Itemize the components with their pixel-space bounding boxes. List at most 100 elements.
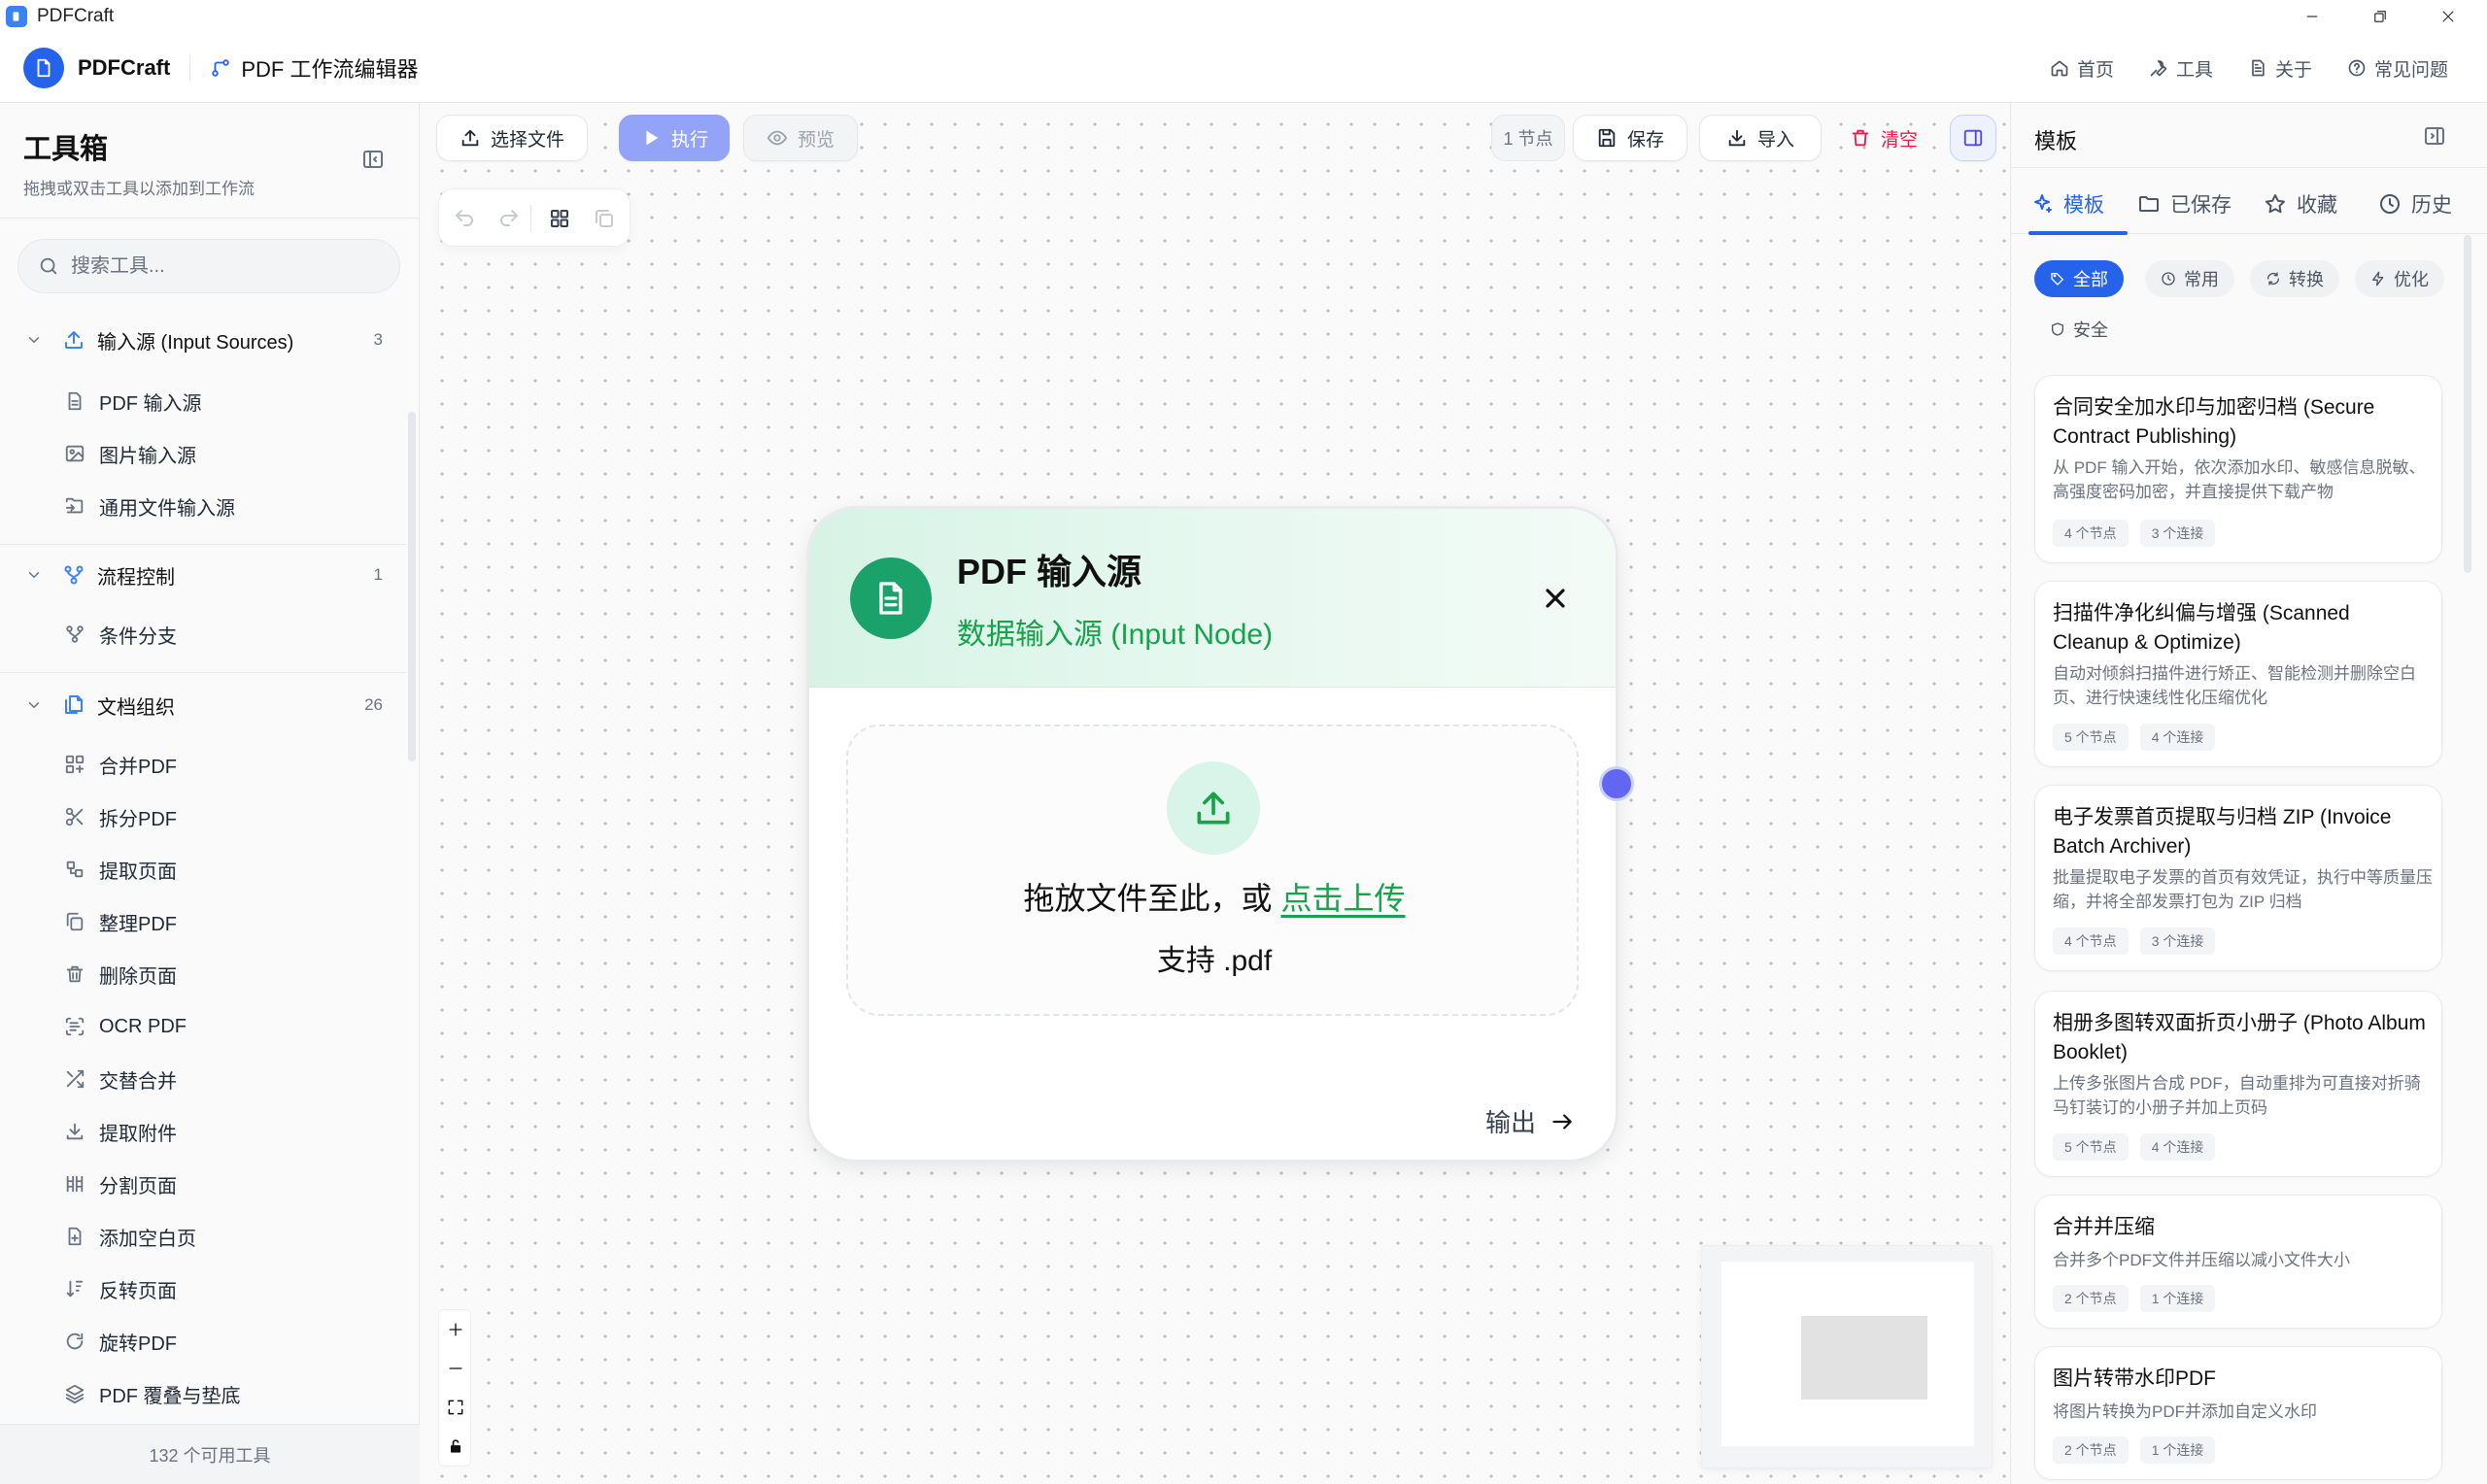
tool-generic-file-input[interactable]: 通用文件输入源 xyxy=(0,482,406,530)
nav-label: 常见问题 xyxy=(2373,59,2448,81)
panel-scrollbar[interactable] xyxy=(2464,235,2471,573)
minimap-node xyxy=(1801,1316,1927,1400)
template-card[interactable]: 相册多图转双面折页小册子 (Photo Album Booklet) 上传多张图… xyxy=(2034,991,2442,1177)
close-icon[interactable] xyxy=(1540,583,1571,614)
layout-grid-icon[interactable] xyxy=(548,207,571,230)
layers-icon xyxy=(64,1383,85,1404)
template-card[interactable]: 图片转带水印PDF 将图片转换为PDF并添加自定义水印 2 个节点 1 个连接 xyxy=(2034,1346,2442,1480)
chevron-down-icon xyxy=(25,566,43,584)
tool-delete-pages[interactable]: 删除页面 xyxy=(0,950,406,998)
tool-extract-pages[interactable]: 提取页面 xyxy=(0,845,406,894)
chevron-down-icon xyxy=(25,696,43,714)
output-handle[interactable] xyxy=(1599,766,1634,801)
node-count-badge: 5 个节点 xyxy=(2053,1133,2129,1161)
redo-icon[interactable] xyxy=(497,207,521,230)
template-badges: 4 个节点 3 个连接 xyxy=(2053,520,2216,547)
chip-optimize[interactable]: 优化 xyxy=(2355,260,2444,297)
nav-faq[interactable]: 常见问题 xyxy=(2347,55,2448,82)
clear-button[interactable]: 清空 xyxy=(1835,115,1932,161)
tool-conditional-branch[interactable]: 条件分支 xyxy=(0,610,406,658)
download-icon xyxy=(64,1121,85,1142)
template-title: 相册多图转双面折页小册子 (Photo Album Booklet) xyxy=(2053,1012,2426,1063)
chip-common[interactable]: 常用 xyxy=(2145,260,2234,297)
group-count: 3 xyxy=(373,330,383,349)
group-input-sources[interactable]: 输入源 (Input Sources) 3 xyxy=(0,315,406,365)
tool-reverse-pages[interactable]: 反转页面 xyxy=(0,1265,406,1313)
tool-merge-pdf[interactable]: 合并PDF xyxy=(0,740,406,789)
close-window-button[interactable] xyxy=(2419,0,2477,33)
toolbox-header: 工具箱 拖拽或双击工具以添加到工作流 xyxy=(23,126,255,199)
import-button[interactable]: 导入 xyxy=(1699,115,1822,161)
tool-image-input[interactable]: 图片输入源 xyxy=(0,429,406,478)
file-dropzone[interactable]: 拖放文件至此，或 点击上传 支持 .pdf xyxy=(846,725,1579,1016)
chip-convert[interactable]: 转换 xyxy=(2250,260,2339,297)
template-card[interactable]: 扫描件净化纠偏与增强 (Scanned Cleanup & Optimize) … xyxy=(2034,581,2442,767)
node-count-badge: 2 个节点 xyxy=(2053,1285,2129,1312)
tab-label: 已保存 xyxy=(2170,194,2231,217)
upload-icon xyxy=(460,127,481,149)
tab-favorites[interactable]: 收藏 xyxy=(2264,183,2337,225)
tool-search[interactable] xyxy=(17,239,400,293)
group-label: 文档组织 xyxy=(97,696,175,719)
workflow-canvas[interactable]: 选择文件 执行 预览 1 节点 保存 导入 清空 PDF 输入源 数据输入源 (… xyxy=(421,103,2010,1484)
undo-icon[interactable] xyxy=(453,207,476,230)
fit-view-icon[interactable] xyxy=(439,1388,472,1427)
tool-label: 分割页面 xyxy=(99,1175,177,1197)
sidebar-collapse-icon[interactable] xyxy=(361,148,385,171)
maximize-button[interactable] xyxy=(2351,0,2409,33)
group-count: 26 xyxy=(364,695,383,714)
minimize-button[interactable] xyxy=(2283,0,2341,33)
template-card[interactable]: 合同安全加水印与加密归档 (Secure Contract Publishing… xyxy=(2034,375,2442,563)
group-flow-control[interactable]: 流程控制 1 xyxy=(0,550,406,600)
tool-add-blank-page[interactable]: 添加空白页 xyxy=(0,1212,406,1261)
template-title: 电子发票首页提取与归档 ZIP (Invoice Batch Archiver) xyxy=(2053,806,2392,858)
nav-about[interactable]: 关于 xyxy=(2248,55,2312,82)
search-input[interactable] xyxy=(71,254,382,278)
tool-organize-pdf[interactable]: 整理PDF xyxy=(0,897,406,946)
chip-all[interactable]: 全部 xyxy=(2034,260,2124,297)
click-upload-link[interactable]: 点击上传 xyxy=(1280,881,1405,916)
tab-saved[interactable]: 已保存 xyxy=(2137,183,2231,225)
panel-right-icon xyxy=(1962,127,1984,149)
duplicate-icon[interactable] xyxy=(593,207,616,230)
shield-icon xyxy=(2052,322,2063,336)
minimap[interactable] xyxy=(1701,1245,1993,1468)
lock-icon[interactable] xyxy=(439,1427,472,1466)
tool-extract-attachments[interactable]: 提取附件 xyxy=(0,1107,406,1156)
tool-label: 交替合并 xyxy=(99,1070,177,1093)
sidebar-scrollbar[interactable] xyxy=(408,412,416,761)
tool-ocr-pdf[interactable]: OCR PDF xyxy=(0,1002,406,1051)
tool-split-pdf[interactable]: 拆分PDF xyxy=(0,793,406,841)
nav-home[interactable]: 首页 xyxy=(2050,55,2114,82)
preview-button[interactable]: 预览 xyxy=(743,115,858,161)
brand-name[interactable]: PDFCraft xyxy=(78,55,170,81)
tab-history[interactable]: 历史 xyxy=(2378,183,2452,225)
panel-collapse-icon[interactable] xyxy=(2423,124,2446,148)
tool-split-page[interactable]: 分割页面 xyxy=(0,1160,406,1208)
zoom-out-icon[interactable] xyxy=(439,1349,472,1388)
tool-rotate-pdf[interactable]: 旋转PDF xyxy=(0,1317,406,1366)
tab-templates[interactable]: 模板 xyxy=(2030,183,2104,225)
brand-logo[interactable] xyxy=(23,47,64,88)
toggle-panel-button[interactable] xyxy=(1950,115,1996,161)
template-title: 合并并压缩 xyxy=(2053,1216,2155,1238)
pdf-input-node[interactable]: PDF 输入源 数据输入源 (Input Node) 拖放文件至此，或 点击上传… xyxy=(809,509,1616,1160)
chip-security[interactable]: 安全 xyxy=(2034,311,2124,348)
zoom-in-icon[interactable] xyxy=(439,1310,472,1349)
clock-icon xyxy=(2162,272,2175,286)
group-count: 1 xyxy=(373,565,383,584)
save-button[interactable]: 保存 xyxy=(1573,115,1687,161)
divider xyxy=(0,218,420,219)
tool-overlay-underlay[interactable]: PDF 覆叠与垫底 xyxy=(0,1369,406,1418)
template-title: 合同安全加水印与加密归档 (Secure Contract Publishing… xyxy=(2053,396,2375,448)
group-document-organize[interactable]: 文档组织 26 xyxy=(0,680,406,730)
nav-tools[interactable]: 工具 xyxy=(2149,55,2213,82)
tool-label: 整理PDF xyxy=(99,913,177,935)
tool-pdf-input[interactable]: PDF 输入源 xyxy=(0,377,406,425)
template-card[interactable]: 合并并压缩 合并多个PDF文件并压缩以减小文件大小 2 个节点 1 个连接 xyxy=(2034,1195,2442,1329)
template-card[interactable]: 电子发票首页提取与归档 ZIP (Invoice Batch Archiver)… xyxy=(2034,785,2442,971)
select-file-button[interactable]: 选择文件 xyxy=(436,115,588,161)
tool-label: 拆分PDF xyxy=(99,808,177,830)
tool-alternate-merge[interactable]: 交替合并 xyxy=(0,1055,406,1103)
execute-button[interactable]: 执行 xyxy=(619,115,730,161)
